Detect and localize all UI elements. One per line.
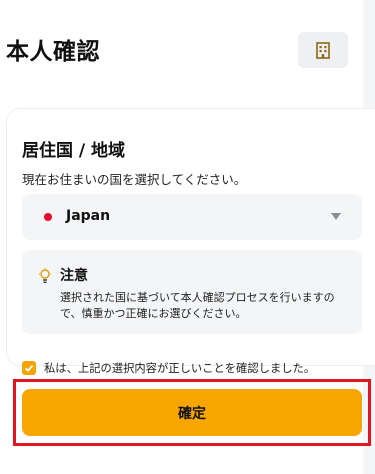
- checkmark-icon: [24, 364, 34, 372]
- section-title: 居住国 / 地域: [22, 141, 126, 161]
- notice-title: 注意: [60, 268, 88, 284]
- notice-box: 注意 選択された国に基づいて本人確認プロセスを行いますので、慎重かつ正確にお選び…: [22, 250, 362, 334]
- building-icon: [316, 42, 330, 59]
- confirm-button[interactable]: 確定: [22, 389, 362, 436]
- building-button[interactable]: [298, 32, 348, 68]
- selected-country: Japan: [66, 208, 111, 224]
- agreement-checkbox[interactable]: [22, 361, 36, 375]
- page-title: 本人確認: [6, 39, 100, 65]
- chevron-down-icon: [331, 213, 341, 220]
- japan-flag-icon: [44, 213, 52, 221]
- lightbulb-icon: [39, 268, 51, 284]
- agreement-label: 私は、上記の選択内容が正しいことを確認しました。: [44, 362, 316, 375]
- section-description: 現在お住まいの国を選択してください。: [22, 172, 247, 187]
- notice-body: 選択された国に基づいて本人確認プロセスを行いますので、慎重かつ正確にお選びくださ…: [60, 291, 335, 320]
- country-select[interactable]: Japan: [22, 194, 362, 240]
